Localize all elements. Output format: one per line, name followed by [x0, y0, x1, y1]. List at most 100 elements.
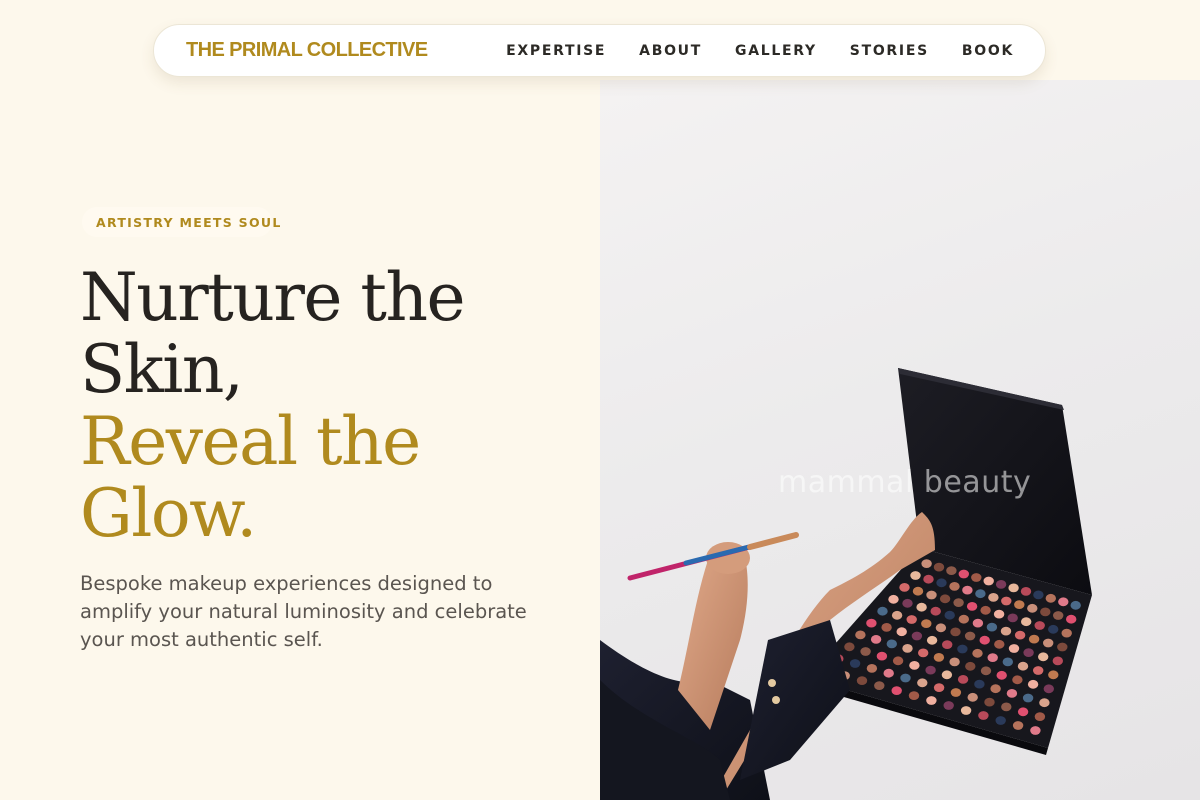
- eyeshadow-pan: [1038, 652, 1049, 662]
- eyeshadow-pan: [876, 651, 888, 661]
- eyeshadow-pan: [958, 569, 969, 579]
- eyeshadow-pan: [988, 593, 999, 602]
- eyeshadow-pan: [957, 675, 969, 684]
- eyeshadow-pan: [866, 618, 877, 628]
- eyeshadow-pan: [1002, 657, 1013, 667]
- eyeshadow-pan: [849, 659, 861, 668]
- eyeshadow-pan: [1039, 698, 1050, 708]
- eyeshadow-pan: [1027, 603, 1038, 613]
- eyeshadow-pan: [926, 696, 937, 705]
- eyeshadow-pan: [980, 605, 991, 615]
- eyeshadow-pan: [1048, 670, 1059, 680]
- eyeshadow-pan: [926, 590, 937, 600]
- eyeshadow-pan: [972, 648, 983, 658]
- eyeshadow-pan: [933, 562, 945, 572]
- eyeshadow-pan: [1008, 583, 1019, 593]
- eyeshadow-pan: [1070, 600, 1081, 610]
- nav-link-book[interactable]: BOOK: [962, 43, 1014, 59]
- eyeshadow-pan: [1057, 642, 1068, 652]
- eyeshadow-pan: [900, 673, 911, 683]
- eyeshadow-pan: [1034, 712, 1046, 721]
- eyeshadow-pan: [935, 623, 947, 633]
- headline-line-4: Glow.: [80, 475, 257, 552]
- eyeshadow-pan: [950, 627, 961, 637]
- eyeshadow-pan: [1001, 596, 1012, 606]
- eyeshadow-pan: [1007, 613, 1018, 623]
- image-watermark: mammal beauty: [778, 465, 1032, 500]
- eyeshadow-pan: [910, 571, 921, 580]
- eyeshadow-pan: [958, 614, 969, 624]
- brand-logo[interactable]: THE PRIMAL COLLECTIVE: [186, 39, 428, 62]
- eyeshadow-pan: [949, 657, 960, 667]
- eyeshadow-pan: [1008, 644, 1020, 653]
- eyeshadow-pan: [917, 678, 928, 688]
- nav-links: EXPERTISE ABOUT GALLERY STORIES BOOK: [506, 43, 1014, 59]
- eyeshadow-pan: [1020, 587, 1032, 596]
- eyeshadow-pan: [1066, 614, 1077, 624]
- eyeshadow-pan: [930, 606, 941, 616]
- eyeshadow-pan: [986, 622, 998, 632]
- eyeshadow-pan: [1061, 628, 1072, 638]
- eyeshadow-pan: [978, 711, 989, 720]
- eyeshadow-pan: [960, 706, 972, 715]
- eyeshadow-pan: [892, 656, 904, 666]
- navbar: THE PRIMAL COLLECTIVE EXPERTISE ABOUT GA…: [153, 24, 1046, 77]
- eyeshadow-pan: [886, 639, 897, 649]
- hero-image: mammal beauty: [600, 80, 1200, 800]
- eyeshadow-pan: [975, 589, 986, 599]
- eyeshadow-pan: [874, 681, 885, 690]
- eyeshadow-pan: [949, 582, 960, 591]
- eyeshadow-pan: [990, 684, 1001, 694]
- eyeshadow-pan: [980, 666, 992, 676]
- eyeshadow-pan: [944, 610, 955, 620]
- eyeshadow-pan: [888, 594, 899, 604]
- eyeshadow-pan: [883, 668, 894, 678]
- nav-link-expertise[interactable]: EXPERTISE: [506, 43, 606, 59]
- eyeshadow-pan: [909, 661, 920, 670]
- eyeshadow-pan: [1001, 702, 1012, 712]
- eyeshadow-pan: [908, 691, 920, 700]
- eyeshadow-pan: [967, 692, 978, 702]
- makeup-palette-illustration: [600, 368, 1092, 800]
- eyeshadow-pan: [1048, 624, 1059, 634]
- hero-headline: Nurture the Skin, Reveal the Glow.: [80, 262, 466, 552]
- eyeshadow-pan: [983, 576, 994, 586]
- eyeshadow-pan: [916, 602, 927, 612]
- eyeshadow-pan: [965, 661, 976, 671]
- eyeshadow-pan: [974, 679, 985, 689]
- eyeshadow-pan: [1006, 689, 1018, 698]
- eyeshadow-pan: [972, 618, 984, 628]
- eyeshadow-pan: [1045, 593, 1056, 603]
- eyeshadow-pan: [994, 639, 1005, 649]
- nav-link-stories[interactable]: STORIES: [850, 43, 929, 59]
- eyeshadow-pan: [881, 623, 892, 632]
- eyeshadow-pan: [926, 635, 938, 645]
- eyeshadow-pan: [1017, 707, 1029, 717]
- eyeshadow-pan: [996, 670, 1007, 680]
- eyeshadow-pan: [896, 627, 907, 637]
- eyeshadow-pan: [933, 653, 945, 662]
- eyeshadow-pan: [1000, 626, 1012, 636]
- eyeshadow-pan: [921, 559, 932, 568]
- eyeshadow-pan: [950, 688, 962, 697]
- eyeshadow-pan: [860, 647, 871, 656]
- eyeshadow-pan: [870, 635, 882, 644]
- eyeshadow-pan: [877, 606, 888, 616]
- nav-link-about[interactable]: ABOUT: [639, 43, 702, 59]
- eyeshadow-pan: [936, 578, 947, 588]
- eyeshadow-pan: [899, 583, 910, 592]
- eyeshadow-pan: [987, 653, 998, 662]
- eyeshadow-pan: [1021, 617, 1032, 627]
- eyeshadow-pan: [1058, 597, 1069, 607]
- eyeshadow-pan: [1053, 611, 1064, 620]
- eyeshadow-pan: [1027, 679, 1039, 689]
- eyeshadow-pan: [993, 609, 1005, 619]
- eyeshadow-pan: [1033, 590, 1044, 600]
- eyeshadow-pan: [923, 574, 934, 584]
- eyeshadow-pan: [891, 686, 902, 695]
- nav-link-gallery[interactable]: GALLERY: [735, 43, 817, 59]
- eyeshadow-pan: [1014, 600, 1025, 609]
- hero-subtext: Bespoke makeup experiences designed to a…: [80, 572, 527, 651]
- headline-line-3: Reveal the: [80, 403, 421, 480]
- eyeshadow-pan: [921, 619, 932, 628]
